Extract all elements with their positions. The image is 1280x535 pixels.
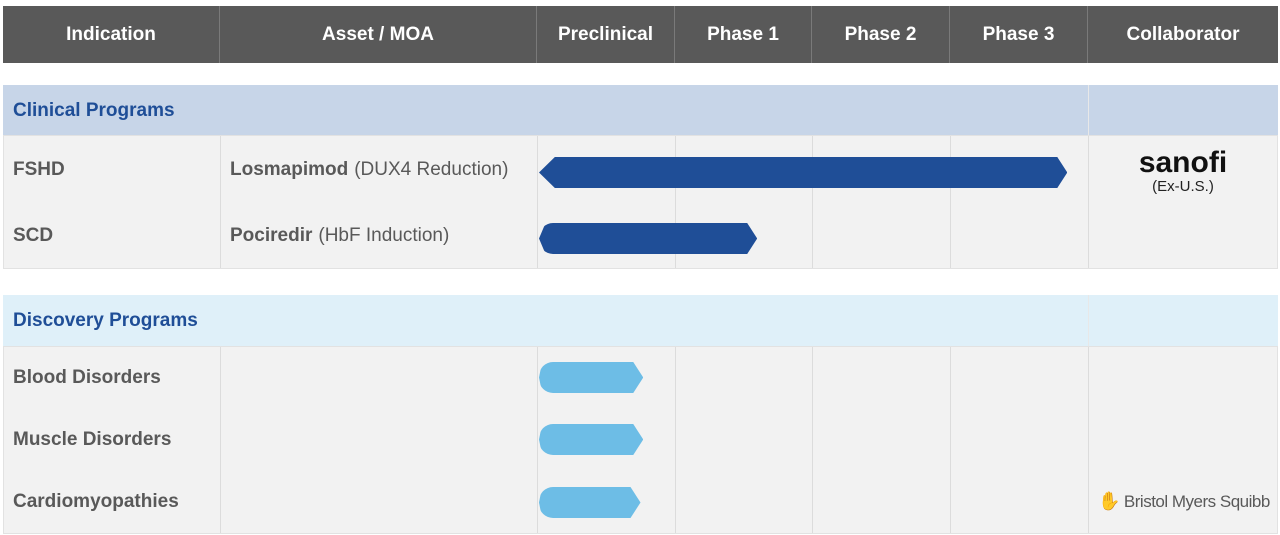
sanofi-note: (Ex-U.S.)	[1152, 178, 1214, 195]
progress-bar-muscle	[539, 424, 643, 455]
progress-bar-blood	[539, 362, 643, 393]
bms-logo: ✋ Bristol Myers Squibb	[1098, 491, 1270, 512]
header-collaborator: Collaborator	[1088, 6, 1278, 63]
clinical-title: Clinical Programs	[13, 99, 175, 121]
progress-bar-cardio	[539, 487, 641, 518]
header-phase2: Phase 2	[812, 6, 950, 63]
row-muscle-indication: Muscle Disorders	[13, 429, 172, 450]
progress-bar-scd	[539, 223, 757, 254]
discovery-section-header: Discovery Programs	[3, 295, 1278, 346]
progress-bar-fshd	[539, 157, 1067, 188]
sanofi-logo: sanofi (Ex-U.S.)	[1088, 146, 1278, 196]
header-phase3: Phase 3	[950, 6, 1088, 63]
header-phase1: Phase 1	[675, 6, 812, 63]
sanofi-wordmark: sanofi	[1138, 146, 1228, 179]
header-indication: Indication	[3, 6, 220, 63]
discovery-title: Discovery Programs	[13, 309, 198, 331]
clinical-section-header: Clinical Programs	[3, 85, 1278, 136]
asset-moa: (DUX4 Reduction)	[354, 159, 509, 180]
asset-name: Pociredir	[230, 225, 313, 246]
row-scd-indication: SCD	[13, 225, 54, 246]
row-cardio-indication: Cardiomyopathies	[13, 491, 179, 512]
row-fshd-asset: Losmapimod (DUX4 Reduction)	[230, 155, 508, 185]
header-asset: Asset / MOA	[220, 6, 537, 63]
hand-icon: ✋	[1098, 491, 1120, 511]
bms-wordmark: Bristol Myers Squibb	[1123, 491, 1270, 511]
asset-name: Losmapimod	[230, 159, 349, 180]
header-preclinical: Preclinical	[537, 6, 675, 63]
row-blood-indication: Blood Disorders	[13, 367, 161, 388]
asset-moa: (HbF Induction)	[318, 225, 450, 246]
row-fshd-indication: FSHD	[13, 159, 65, 180]
row-scd-asset: Pociredir (HbF Induction)	[230, 221, 449, 251]
